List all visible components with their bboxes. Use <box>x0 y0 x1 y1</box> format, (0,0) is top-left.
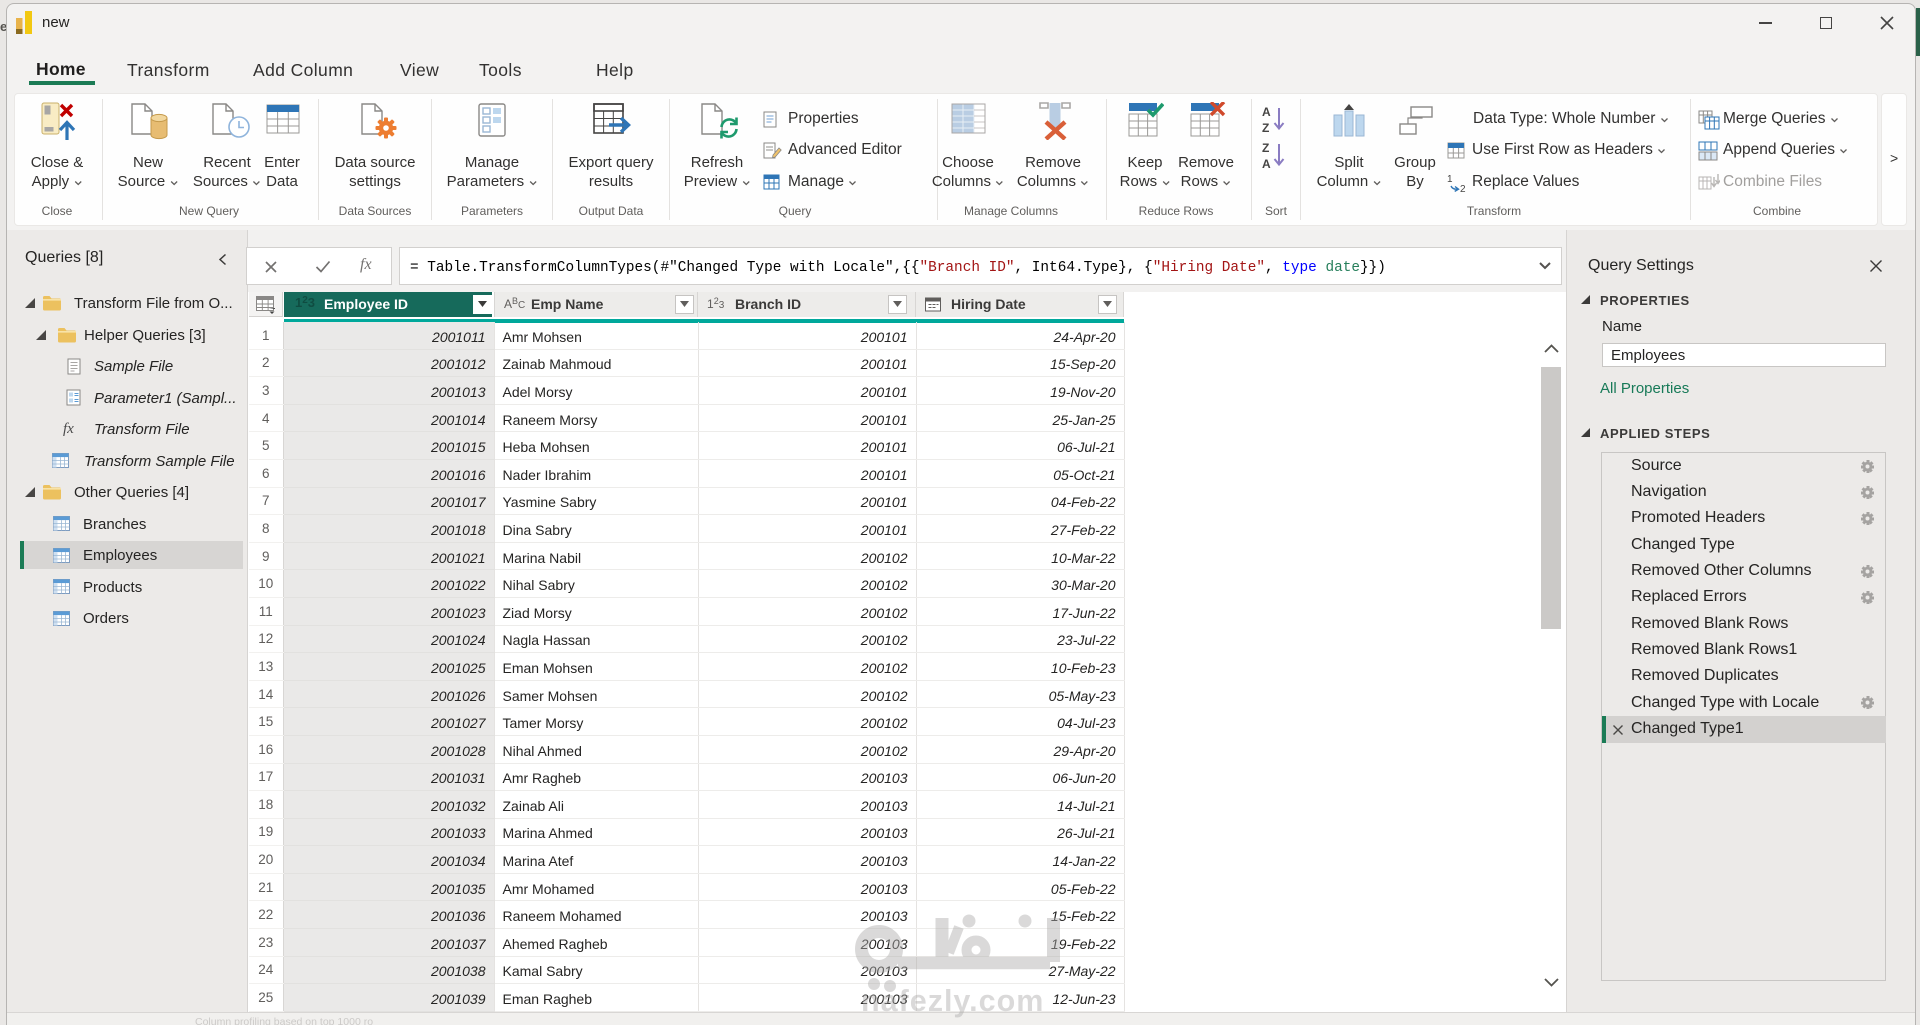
svg-text:Z: Z <box>1262 121 1269 135</box>
svg-text:A: A <box>1262 157 1271 170</box>
svg-text:2: 2 <box>1460 184 1466 192</box>
svg-text:1: 1 <box>1447 174 1453 185</box>
svg-text:A: A <box>1262 105 1271 119</box>
svg-text:Z: Z <box>1262 141 1269 155</box>
